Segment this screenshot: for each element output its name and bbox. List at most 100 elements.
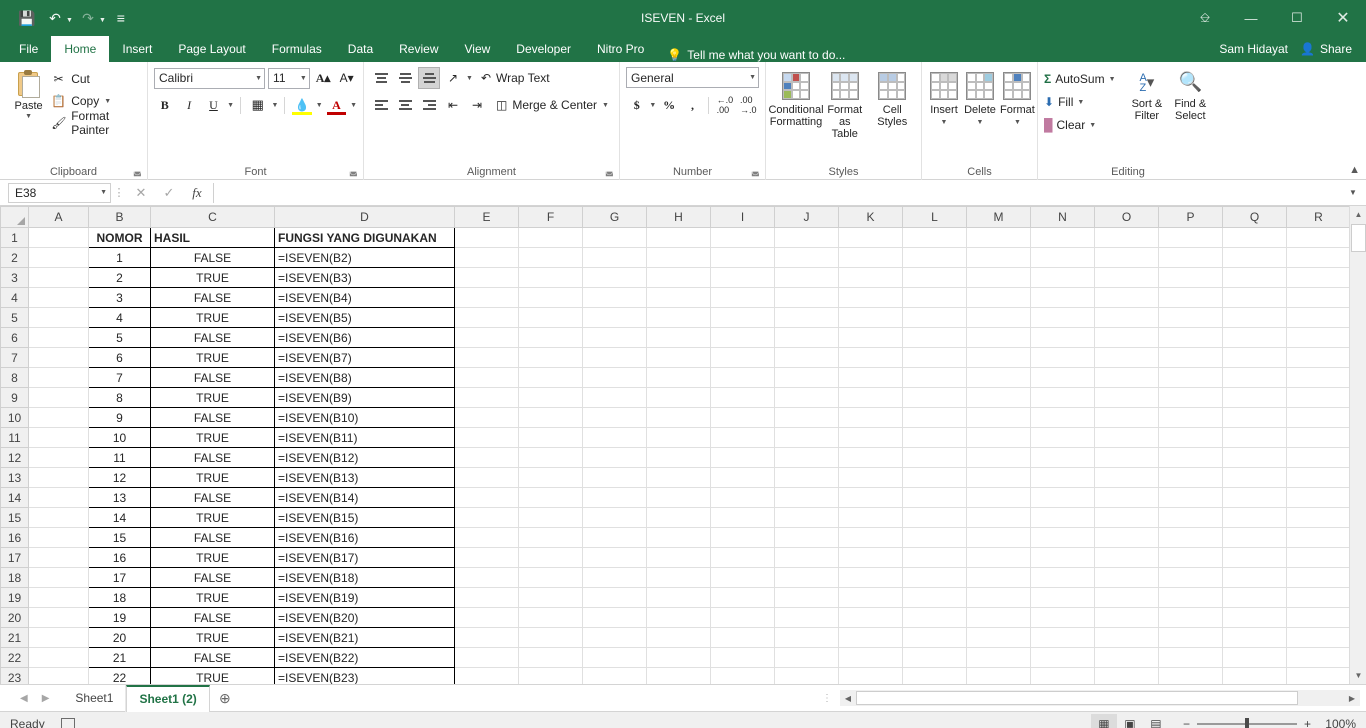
cell-H9[interactable]	[646, 387, 711, 408]
cell-G5[interactable]	[582, 307, 647, 328]
cell-M17[interactable]	[966, 547, 1031, 568]
align-center-icon[interactable]	[394, 94, 416, 116]
undo-dropdown-icon[interactable]: ▼	[66, 17, 73, 24]
cell-Q13[interactable]	[1222, 467, 1287, 488]
row-header-3[interactable]: 3	[0, 267, 29, 288]
underline-dropdown-icon[interactable]: ▼	[227, 102, 234, 109]
cell-O4[interactable]	[1094, 287, 1159, 308]
cell-C7[interactable]: TRUE	[150, 347, 275, 368]
cell-B2[interactable]: 1	[88, 247, 151, 268]
cell-F3[interactable]	[518, 267, 583, 288]
cell-N18[interactable]	[1030, 567, 1095, 588]
row-header-1[interactable]: 1	[0, 227, 29, 248]
cell-K18[interactable]	[838, 567, 903, 588]
cell-L6[interactable]	[902, 327, 967, 348]
cell-L1[interactable]	[902, 227, 967, 248]
cell-A11[interactable]	[28, 427, 89, 448]
cell-J18[interactable]	[774, 567, 839, 588]
cell-K13[interactable]	[838, 467, 903, 488]
cell-O21[interactable]	[1094, 627, 1159, 648]
cell-L8[interactable]	[902, 367, 967, 388]
cell-C8[interactable]: FALSE	[150, 367, 275, 388]
cell-N3[interactable]	[1030, 267, 1095, 288]
cell-O22[interactable]	[1094, 647, 1159, 668]
redo-icon[interactable]: ↷	[75, 6, 101, 30]
cell-A5[interactable]	[28, 307, 89, 328]
format-cells-button[interactable]: Format ▼	[1000, 70, 1035, 162]
cell-N1[interactable]	[1030, 227, 1095, 248]
fill-color-icon[interactable]: 💧	[291, 94, 312, 116]
cell-G3[interactable]	[582, 267, 647, 288]
number-format-combobox[interactable]: General ▼	[626, 67, 759, 88]
add-sheet-icon[interactable]: ⊕	[210, 690, 240, 707]
cell-E13[interactable]	[454, 467, 519, 488]
fill-color-dropdown-icon[interactable]: ▼	[316, 102, 323, 109]
cell-Q10[interactable]	[1222, 407, 1287, 428]
cell-K23[interactable]	[838, 667, 903, 684]
cell-A10[interactable]	[28, 407, 89, 428]
cell-H17[interactable]	[646, 547, 711, 568]
cell-O19[interactable]	[1094, 587, 1159, 608]
cell-E4[interactable]	[454, 287, 519, 308]
cell-J17[interactable]	[774, 547, 839, 568]
cell-L2[interactable]	[902, 247, 967, 268]
cell-E18[interactable]	[454, 567, 519, 588]
cell-P1[interactable]	[1158, 227, 1223, 248]
font-color-icon[interactable]: A	[326, 94, 347, 116]
cell-G2[interactable]	[582, 247, 647, 268]
cell-P15[interactable]	[1158, 507, 1223, 528]
cell-A20[interactable]	[28, 607, 89, 628]
accounting-format-icon[interactable]: $	[626, 94, 647, 116]
tab-developer[interactable]: Developer	[503, 36, 584, 62]
cell-I13[interactable]	[710, 467, 775, 488]
cell-I22[interactable]	[710, 647, 775, 668]
page-layout-view-icon[interactable]: ▣	[1117, 714, 1143, 728]
cell-C3[interactable]: TRUE	[150, 267, 275, 288]
cell-O12[interactable]	[1094, 447, 1159, 468]
cell-A15[interactable]	[28, 507, 89, 528]
cell-F22[interactable]	[518, 647, 583, 668]
cell-L17[interactable]	[902, 547, 967, 568]
cell-B15[interactable]: 14	[88, 507, 151, 528]
cell-D1[interactable]: FUNGSI YANG DIGUNAKAN	[274, 227, 455, 248]
cell-F9[interactable]	[518, 387, 583, 408]
vertical-scroll-thumb[interactable]	[1351, 224, 1366, 252]
sheet-tab-sheet1-2[interactable]: Sheet1 (2)	[126, 684, 210, 712]
column-header-b[interactable]: B	[88, 206, 151, 228]
cell-N13[interactable]	[1030, 467, 1095, 488]
cell-C12[interactable]: FALSE	[150, 447, 275, 468]
cell-J23[interactable]	[774, 667, 839, 684]
decrease-decimal-icon[interactable]: .00 →.0	[738, 94, 759, 116]
cell-R18[interactable]	[1286, 567, 1351, 588]
cell-I2[interactable]	[710, 247, 775, 268]
cell-H8[interactable]	[646, 367, 711, 388]
cell-J7[interactable]	[774, 347, 839, 368]
cell-B5[interactable]: 4	[88, 307, 151, 328]
cell-J14[interactable]	[774, 487, 839, 508]
cell-B17[interactable]: 16	[88, 547, 151, 568]
cell-H23[interactable]	[646, 667, 711, 684]
cell-N12[interactable]	[1030, 447, 1095, 468]
cell-Q9[interactable]	[1222, 387, 1287, 408]
cell-C11[interactable]: TRUE	[150, 427, 275, 448]
cell-M21[interactable]	[966, 627, 1031, 648]
merge-center-button[interactable]: ◫ Merge & Center ▼	[490, 98, 609, 112]
cell-L22[interactable]	[902, 647, 967, 668]
ribbon-display-options-icon[interactable]: ⎒	[1182, 0, 1228, 36]
cell-E15[interactable]	[454, 507, 519, 528]
scroll-left-icon[interactable]: ◀	[840, 690, 856, 706]
cell-I10[interactable]	[710, 407, 775, 428]
cell-L5[interactable]	[902, 307, 967, 328]
column-header-k[interactable]: K	[838, 206, 903, 228]
cell-C19[interactable]: TRUE	[150, 587, 275, 608]
cell-M7[interactable]	[966, 347, 1031, 368]
cell-C23[interactable]: TRUE	[150, 667, 275, 684]
row-header-18[interactable]: 18	[0, 567, 29, 588]
sort-filter-button[interactable]: A Z ▾ Sort & Filter	[1125, 68, 1168, 162]
cell-M18[interactable]	[966, 567, 1031, 588]
cell-B21[interactable]: 20	[88, 627, 151, 648]
fill-button[interactable]: ⬇ Fill ▼	[1044, 91, 1125, 112]
cell-F16[interactable]	[518, 527, 583, 548]
row-header-7[interactable]: 7	[0, 347, 29, 368]
cell-L21[interactable]	[902, 627, 967, 648]
